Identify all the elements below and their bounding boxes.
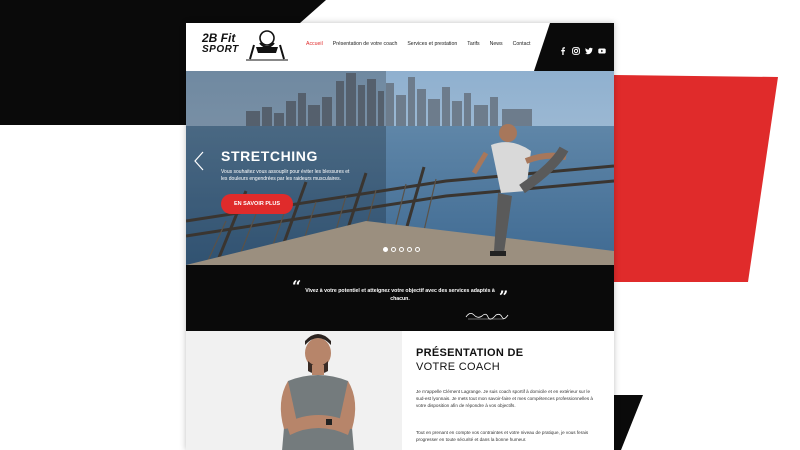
nav-item-accueil[interactable]: Accueil [306, 41, 323, 47]
hero-learn-more-button[interactable]: EN SAVOIR PLUS [221, 194, 293, 214]
website-mockup: 2B Fit SPORT Accueil Présentation de vot… [186, 23, 614, 450]
hero-background-image [186, 71, 614, 265]
logo-line1: 2B Fit [202, 31, 236, 45]
presentation-paragraph-1: Je m'appelle Clément Lagrange. Je suis c… [416, 389, 593, 408]
logo-line2: SPORT [202, 44, 239, 55]
slider-dots [383, 247, 420, 252]
nav-item-contact[interactable]: Contact [513, 41, 531, 47]
twitter-icon[interactable] [585, 42, 593, 55]
coach-photo [280, 334, 356, 450]
slider-dot[interactable] [415, 247, 420, 252]
nav-item-tarifs[interactable]: Tarifs [467, 41, 479, 47]
nav-item-services[interactable]: Services et prestation [407, 41, 457, 47]
hero-slider: STRETCHING Vous souhaitez vous assouplir… [186, 71, 614, 265]
quote-close-mark: ” [499, 287, 509, 306]
slider-prev-arrow-icon[interactable] [194, 151, 204, 171]
slider-dot[interactable] [383, 247, 388, 252]
instagram-icon[interactable] [572, 42, 580, 55]
presentation-paragraph-2: Tout en prenant en compte vos contrainte… [416, 430, 589, 442]
coach-presentation-section: PRÉSENTATION DE VOTRE COACH Je m'appelle… [186, 331, 614, 450]
social-links [559, 42, 606, 55]
site-logo[interactable]: 2B Fit SPORT [202, 29, 290, 63]
slider-dot[interactable] [407, 247, 412, 252]
signature-icon [465, 313, 509, 320]
slider-dot[interactable] [399, 247, 404, 252]
main-nav: Accueil Présentation de votre coach Serv… [306, 41, 531, 47]
facebook-icon[interactable] [559, 42, 567, 55]
youtube-icon[interactable] [598, 42, 606, 54]
presentation-title-line2: VOTRE COACH [416, 361, 500, 373]
nav-item-news[interactable]: News [490, 41, 503, 47]
coach-photo-area [186, 331, 402, 450]
pushup-figure-icon [246, 30, 288, 61]
quote-text: Vivez à votre potentiel et atteignez vot… [305, 288, 495, 302]
nav-item-presentation[interactable]: Présentation de votre coach [333, 41, 398, 47]
quote-open-mark: “ [292, 277, 302, 296]
site-header: 2B Fit SPORT Accueil Présentation de vot… [186, 23, 614, 71]
presentation-title-line1: PRÉSENTATION DE [416, 347, 524, 359]
hero-subtitle: Vous souhaitez vous assouplir pour évite… [221, 169, 350, 182]
hero-title: STRETCHING [221, 148, 318, 164]
slider-dot[interactable] [391, 247, 396, 252]
quote-band: “ Vivez à votre potentiel et atteignez v… [186, 265, 614, 331]
